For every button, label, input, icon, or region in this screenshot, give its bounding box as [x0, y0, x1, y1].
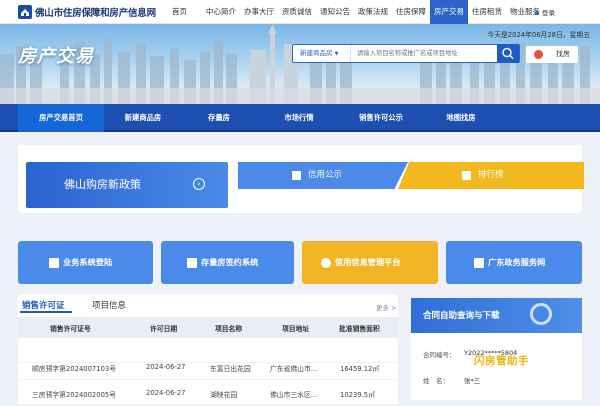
credit-platform-label: 信用信息管理平台	[335, 257, 401, 267]
topnav-rental[interactable]: 住房租赁	[468, 0, 506, 24]
topnav-property-trade[interactable]: 房产交易	[430, 0, 468, 24]
ranking-label: 排行榜	[478, 170, 504, 180]
contract-no-label: 合同编号：	[423, 351, 456, 359]
col-date: 许可日期	[150, 325, 178, 333]
new-policy-banner[interactable]: 佛山购房新政策 ›	[26, 162, 228, 208]
table-row[interactable]: 顺房预字第2024007103号 2024-06-27 东富日出花园 广东省佛山…	[18, 355, 398, 380]
business-login-button[interactable]: 业务系统登陆	[18, 241, 153, 284]
tab-sale-license[interactable]: 销售许可证	[22, 299, 65, 311]
credit-public-label: 信用公示	[308, 170, 343, 180]
search-type-select[interactable]: 新建商品房 ▼	[293, 45, 351, 62]
table-row[interactable]: 三房预字第2024002005号 2024-06-27 湖映花园 佛山市三水区.…	[18, 381, 398, 406]
search-icon	[502, 47, 514, 59]
contract-system-button[interactable]: 存量房签约系统	[161, 241, 294, 284]
mainnav-new-house[interactable]: 新建商品房	[104, 104, 182, 132]
cell-project: 湖映花园	[210, 391, 238, 399]
name-field[interactable]: 张*三	[464, 375, 480, 385]
topnav-credit[interactable]: 资质诚信	[278, 0, 316, 24]
col-license-no: 销售许可证号	[50, 325, 91, 333]
grid-icon	[474, 258, 484, 268]
topnav-about[interactable]: 中心简介	[202, 0, 240, 24]
contract-system-label: 存量房签约系统	[201, 257, 259, 267]
watermark-logo: 闪房管助手	[474, 355, 529, 367]
cell-date: 2024-06-27	[146, 363, 186, 371]
business-login-label: 业务系统登陆	[63, 257, 113, 267]
col-area: 批准销售面积	[339, 325, 380, 333]
topnav-service-hall[interactable]: 办事大厅	[240, 0, 278, 24]
search-button[interactable]	[497, 44, 519, 63]
cell-date: 2024-06-27	[146, 389, 186, 397]
search-type-label: 新建商品房	[300, 49, 333, 57]
mainnav-map-search[interactable]: 地图找房	[426, 104, 496, 132]
find-house-label: 找房	[556, 50, 570, 58]
self-query-title[interactable]: 合同自助查询与下载	[423, 309, 500, 321]
gov-service-button[interactable]: 广东政务服务网	[446, 241, 582, 284]
topnav-home[interactable]: 首页	[168, 0, 191, 24]
col-project: 项目名称	[215, 325, 243, 333]
site-logo-icon	[18, 5, 32, 19]
topnav-notices[interactable]: 通知公告	[316, 0, 354, 24]
location-pin-icon	[534, 50, 543, 59]
mainnav-sale-license[interactable]: 销售许可公示	[346, 104, 416, 132]
login-label: 登录	[541, 9, 555, 17]
mainnav-market[interactable]: 市场行情	[262, 104, 336, 132]
banner-title: 房产交易	[18, 46, 94, 67]
banner: 房产交易 今天是2024年06月28日，星期五	[0, 24, 600, 104]
col-address: 项目地址	[282, 325, 310, 333]
name-label: 姓 名：	[423, 377, 449, 385]
arrow-right-icon: ›	[193, 178, 205, 190]
search-box: 新建商品房 ▼	[292, 44, 520, 63]
cell-project: 东富日出花园	[210, 365, 251, 373]
new-policy-label: 佛山购房新政策	[64, 178, 141, 191]
main-nav: 房产交易首页 新建商品房 存量房 市场行情 销售许可公示 地图找房	[0, 104, 600, 132]
mainnav-trade-home[interactable]: 房产交易首页	[18, 104, 104, 132]
cell-area: 10239.5㎡	[340, 391, 375, 399]
user-icon: ♟	[534, 9, 540, 17]
current-date: 今天是2024年06月28日，星期五	[487, 31, 590, 39]
top-nav: 首页 中心简介 办事大厅 资质诚信 通知公告 政策法规 住房保障 房产交易 住房…	[168, 0, 544, 24]
active-tab-underline	[20, 311, 72, 313]
site-title[interactable]: 佛山市住房保障和房产信息网	[35, 5, 156, 19]
gov-service-label: 广东政务服务网	[488, 257, 546, 267]
find-house-button[interactable]: 找房	[526, 46, 578, 63]
building-icon	[49, 258, 59, 268]
document-icon	[292, 171, 301, 180]
cell-license-no: 顺房预字第2024007103号	[32, 365, 117, 373]
login-link[interactable]: ♟ 登录	[534, 7, 555, 17]
tab-project-info[interactable]: 项目信息	[92, 299, 126, 311]
top-bar: 佛山市住房保障和房产信息网 首页 中心简介 办事大厅 资质诚信 通知公告 政策法…	[0, 0, 600, 24]
medal-icon	[321, 258, 331, 268]
table-header: 销售许可证号 许可日期 项目名称 项目地址 批准销售面积	[18, 317, 398, 338]
house-icon	[187, 258, 197, 268]
topnav-housing-security[interactable]: 住房保障	[392, 0, 430, 24]
topnav-policies[interactable]: 政策法规	[354, 0, 392, 24]
credit-public-tab[interactable]: 信用公示	[238, 162, 408, 189]
cell-address: 广东省佛山市...	[270, 365, 318, 373]
more-link[interactable]: 更多 >	[376, 302, 397, 312]
cell-address: 佛山市三水区...	[270, 391, 318, 399]
ranking-icon	[462, 171, 471, 180]
ranking-tab[interactable]: 排行榜	[398, 162, 584, 189]
credit-platform-button[interactable]: 信用信息管理平台	[302, 241, 438, 284]
mainnav-second-hand[interactable]: 存量房	[184, 104, 254, 132]
dropdown-arrow-icon: ▼	[334, 51, 339, 57]
magnifier-icon	[530, 303, 552, 325]
search-input[interactable]	[353, 45, 503, 62]
cell-license-no: 三房预字第2024002005号	[32, 391, 117, 399]
cell-area: 16459.12㎡	[340, 365, 380, 373]
